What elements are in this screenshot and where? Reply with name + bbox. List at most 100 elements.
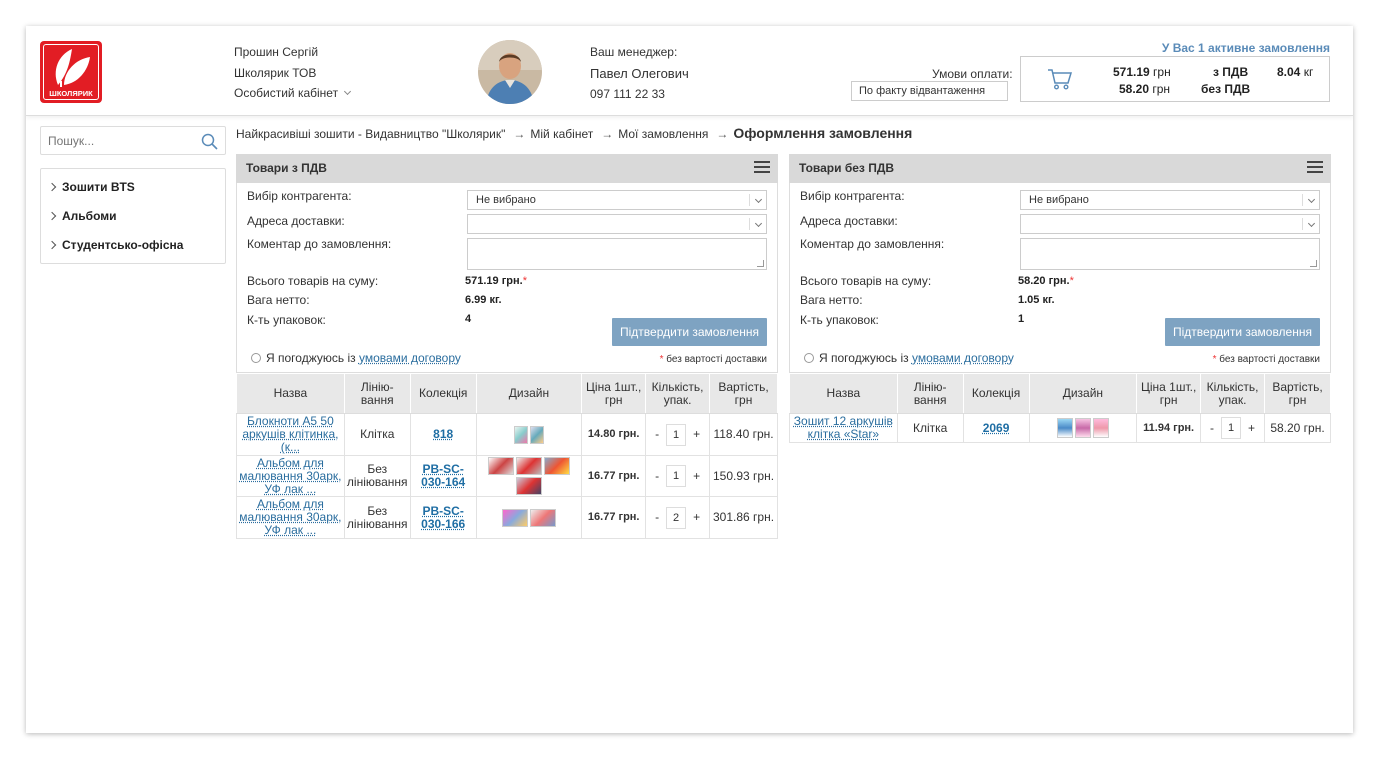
qty-cell: -1 + [645, 413, 711, 456]
collection-link[interactable]: PB-SC-030-164 [421, 462, 465, 489]
design-thumbnail[interactable] [543, 457, 570, 475]
agree-radio[interactable] [804, 353, 814, 363]
confirm-order-button[interactable]: Підтвердити замовлення [612, 318, 767, 346]
weight-value: 6.99 кг. [465, 294, 502, 306]
qty-input[interactable]: 1 [666, 465, 687, 487]
qty-increase-button[interactable]: + [693, 469, 700, 483]
note-text: без вартості доставки [666, 354, 767, 365]
contractor-select[interactable]: Не вибрано [467, 190, 767, 210]
qty-decrease-button[interactable]: - [655, 469, 659, 483]
qty-increase-button[interactable]: + [693, 511, 700, 524]
product-link[interactable]: Альбом для малювання 30арк, УФ лак ... [239, 456, 341, 496]
col-price[interactable]: Ціна 1шт., грн [581, 373, 647, 414]
chevron-right-icon [47, 182, 57, 192]
confirm-order-button[interactable]: Підтвердити замовлення [1165, 318, 1320, 346]
design-thumbnail[interactable] [501, 508, 528, 527]
design-cell [475, 413, 583, 456]
address-select[interactable] [467, 214, 767, 234]
manager-label: Ваш менеджер: [590, 45, 678, 59]
qty-decrease-button[interactable]: - [655, 428, 659, 441]
collection-link[interactable]: PB-SC-030-166 [421, 504, 465, 531]
qty-decrease-button[interactable]: - [655, 511, 659, 524]
agree-terms[interactable]: Я погоджуюсь із умовами договору [804, 351, 1014, 365]
design-thumbnail[interactable] [1074, 418, 1091, 438]
manager-phone[interactable]: 097 111 22 33 [590, 84, 689, 105]
contractor-label: Вибір контрагента: [247, 189, 352, 203]
design-thumbnail[interactable] [529, 425, 544, 444]
table-header: Назва Лінію-вання Колекція Дизайн Ціна 1… [789, 373, 1331, 414]
total-amount: 58.20 грн. [1018, 275, 1070, 287]
sidebar-item-office[interactable]: Студентсько-офісна [41, 231, 225, 260]
qty-input[interactable]: 2 [666, 506, 687, 529]
qty-decrease-button[interactable]: - [1210, 421, 1214, 435]
col-qty[interactable]: Кількість, упак. [1200, 373, 1266, 414]
cart-summary[interactable]: 571.19 грн з ПДВ 8.04 кг 58.20 грн без П… [1020, 56, 1330, 102]
contractor-select[interactable]: Не вибрано [1020, 190, 1320, 210]
collection-link[interactable]: 2069 [983, 421, 1010, 435]
design-thumbnail[interactable] [1092, 418, 1109, 438]
delivery-note: * без вартості доставки [660, 354, 767, 365]
sidebar-item-albums[interactable]: Альбоми [41, 202, 225, 231]
search-input[interactable] [41, 127, 191, 154]
design-thumbnail[interactable] [487, 457, 514, 475]
design-thumbnail[interactable] [515, 477, 542, 495]
weight-value: 1.05 кг. [1018, 294, 1055, 306]
design-thumbnail[interactable] [529, 508, 556, 527]
company-logo[interactable]: ШКОЛЯРИК [40, 41, 102, 103]
search-icon[interactable] [201, 133, 218, 150]
col-name[interactable]: Назва [236, 373, 345, 414]
col-lining[interactable]: Лінію-вання [896, 373, 964, 414]
product-link[interactable]: Блокноти А5 50 аркушів клітинка, (к... [242, 414, 338, 454]
address-select[interactable] [1020, 214, 1320, 234]
design-thumbnail[interactable] [1056, 418, 1073, 438]
panel-header: Товари без ПДВ [789, 154, 1331, 183]
col-collection[interactable]: Колекція [962, 373, 1030, 414]
col-collection[interactable]: Колекція [409, 373, 477, 414]
comment-textarea[interactable] [1020, 238, 1320, 270]
agree-radio[interactable] [251, 353, 261, 363]
cart-currency: грн [1152, 82, 1171, 96]
lining-cell: Клітка [343, 413, 411, 456]
sidebar-item-bts[interactable]: Зошити BTS [41, 173, 225, 202]
qty-increase-button[interactable]: + [1248, 421, 1255, 435]
qty-input[interactable]: 1 [666, 423, 687, 446]
sidebar-item-label: Альбоми [62, 209, 117, 223]
asterisk: * [522, 275, 527, 287]
breadcrumb-orders[interactable]: Мої замовлення [618, 127, 708, 141]
qty-input[interactable]: 1 [1221, 417, 1242, 439]
breadcrumb-home[interactable]: Найкрасивіші зошити - Видавництво "Школя… [236, 127, 505, 141]
agree-terms[interactable]: Я погоджуюсь із умовами договору [251, 351, 461, 365]
collection-link[interactable]: 818 [433, 427, 453, 441]
cart-sum-vat-value: 571.19 [1113, 65, 1150, 79]
product-link[interactable]: Зошит 12 аркушів клітка «Star» [794, 414, 893, 441]
col-cost[interactable]: Вартість, грн [709, 373, 778, 414]
col-design[interactable]: Дизайн [475, 373, 583, 414]
panel-form: Вибір контрагента: Не вибрано Адреса дос… [236, 183, 778, 373]
comment-label: Коментар до замовлення: [800, 237, 945, 251]
cabinet-dropdown[interactable]: Особистий кабінет [234, 83, 352, 104]
product-link[interactable]: Альбом для малювання 30арк, УФ лак ... [239, 497, 341, 537]
active-orders-link[interactable]: У Вас 1 активне замовлення [1162, 41, 1330, 55]
delivery-note: * без вартості доставки [1213, 354, 1320, 365]
col-name[interactable]: Назва [789, 373, 898, 414]
resize-grip-icon[interactable] [1310, 260, 1317, 267]
breadcrumb-cabinet[interactable]: Мій кабінет [530, 127, 593, 141]
design-thumbnail[interactable] [515, 457, 542, 475]
design-thumbnail[interactable] [513, 425, 528, 444]
chevron-down-icon [344, 87, 352, 96]
menu-icon[interactable] [754, 161, 770, 175]
col-lining[interactable]: Лінію-вання [343, 373, 411, 414]
col-cost[interactable]: Вартість, грн [1264, 373, 1331, 414]
col-price[interactable]: Ціна 1шт., грн [1136, 373, 1202, 414]
terms-link[interactable]: умовами договору [912, 351, 1014, 365]
comment-textarea[interactable] [467, 238, 767, 270]
qty-increase-button[interactable]: + [693, 428, 700, 441]
terms-link[interactable]: умовами договору [359, 351, 461, 365]
payment-terms-select[interactable]: По факту відвантаження [851, 81, 1008, 101]
arrow-right-icon: → [716, 127, 729, 141]
address-label: Адреса доставки: [247, 214, 345, 228]
menu-icon[interactable] [1307, 161, 1323, 175]
col-design[interactable]: Дизайн [1028, 373, 1138, 414]
col-qty[interactable]: Кількість, упак. [645, 373, 711, 414]
resize-grip-icon[interactable] [757, 260, 764, 267]
